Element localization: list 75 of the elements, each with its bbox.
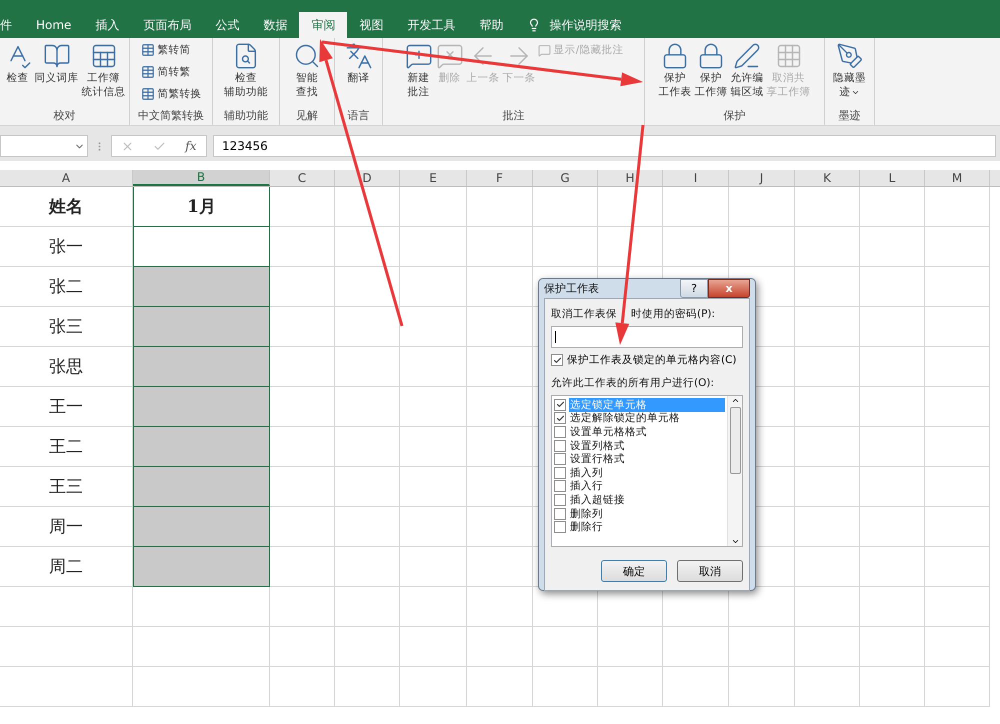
ribbon-tab[interactable]: Home bbox=[24, 12, 84, 38]
group-label: 见解 bbox=[295, 108, 319, 124]
table-cell: 张一 bbox=[0, 227, 133, 267]
list-item[interactable]: 删除列 bbox=[569, 506, 604, 521]
ribbon-tab[interactable]: 开发工具 bbox=[395, 12, 468, 38]
ribbon-button[interactable]: 繁转简 bbox=[140, 40, 202, 60]
list-item[interactable]: 选定解除锁定的单元格 bbox=[569, 411, 681, 426]
group-label: 批注 bbox=[502, 108, 526, 124]
list-item[interactable]: 设置单元格格式 bbox=[569, 424, 648, 439]
column-header[interactable]: C bbox=[270, 170, 335, 186]
ribbon-tab[interactable]: 插入 bbox=[83, 12, 132, 38]
column-header[interactable]: H bbox=[598, 170, 663, 186]
ribbon-button[interactable]: 隐藏墨 迹 bbox=[832, 40, 867, 100]
list-item[interactable]: 设置行格式 bbox=[569, 452, 626, 466]
dialog-title: 保护工作表 bbox=[544, 281, 599, 296]
list-item[interactable]: 删除行 bbox=[569, 520, 604, 534]
allow-label: 允许此工作表的所有用户进行(O): bbox=[551, 376, 715, 390]
table-cell: 张思 bbox=[0, 347, 133, 387]
ribbon-button[interactable]: 智能 查找 bbox=[292, 40, 322, 100]
group-label: 墨迹 bbox=[838, 108, 862, 124]
column-header[interactable]: E bbox=[400, 170, 467, 186]
ok-button[interactable]: 确定 bbox=[601, 560, 667, 582]
help-button[interactable]: ? bbox=[680, 279, 708, 298]
list-item[interactable]: 插入超链接 bbox=[569, 492, 626, 507]
list-item[interactable]: 插入列 bbox=[569, 466, 604, 480]
ribbon-button[interactable]: 保护 工作表 bbox=[658, 40, 692, 100]
column-header[interactable]: J bbox=[729, 170, 795, 186]
password-label: 取消工作表保 bbox=[551, 307, 617, 321]
ribbon-tab[interactable]: 数据 bbox=[251, 12, 300, 38]
table-cell: 张二 bbox=[0, 267, 133, 307]
column-header[interactable]: B bbox=[133, 170, 270, 186]
ribbon-button[interactable]: 检查 辅助功能 bbox=[223, 40, 269, 100]
table-cell: 王三 bbox=[0, 467, 133, 507]
ribbon-tab[interactable]: 件 bbox=[0, 12, 24, 38]
table-cell: 1月 bbox=[133, 187, 270, 227]
table-cell: 周二 bbox=[0, 547, 133, 587]
cancel-button[interactable]: 取消 bbox=[677, 560, 743, 582]
group-label: 中文简繁转换 bbox=[137, 108, 205, 124]
column-header[interactable]: L bbox=[860, 170, 925, 186]
ribbon-button[interactable]: 翻译 bbox=[344, 40, 374, 86]
table-cell: 周一 bbox=[0, 507, 133, 547]
table-cell: 张三 bbox=[0, 307, 133, 347]
column-header[interactable]: G bbox=[533, 170, 598, 186]
table-cell: 王一 bbox=[0, 387, 133, 427]
checkbox-label: 保护工作表及锁定的单元格内容(C) bbox=[567, 353, 737, 367]
column-header[interactable]: I bbox=[663, 170, 729, 186]
list-item[interactable]: 设置列格式 bbox=[569, 438, 626, 453]
column-header[interactable]: F bbox=[467, 170, 533, 186]
ribbon-button[interactable]: 保护 工作簿 bbox=[694, 40, 728, 100]
password-label: 时使用的密码(P): bbox=[631, 307, 716, 321]
ribbon-tab[interactable]: 视图 bbox=[347, 12, 396, 38]
ribbon-button[interactable]: 允许编 辑区域 bbox=[730, 40, 764, 100]
ribbon-tab[interactable]: 页面布局 bbox=[131, 12, 204, 38]
column-header[interactable]: D bbox=[335, 170, 400, 186]
tell-me-search[interactable]: 操作说明搜索 bbox=[549, 16, 622, 34]
list-item[interactable]: 插入行 bbox=[569, 479, 604, 494]
group-label: 辅助功能 bbox=[223, 108, 269, 124]
ribbon-button[interactable]: 检查 bbox=[2, 40, 32, 86]
column-header[interactable]: K bbox=[795, 170, 860, 186]
table-cell: 姓名 bbox=[0, 187, 133, 227]
ribbon-button[interactable]: 工作簿 统计信息 bbox=[80, 40, 126, 100]
ribbon-button[interactable]: 同义词库 bbox=[34, 40, 80, 86]
ribbon-button[interactable]: 新建 批注 bbox=[404, 40, 434, 100]
ribbon-tab[interactable]: 帮助 bbox=[467, 12, 516, 38]
table-cell: 王二 bbox=[0, 427, 133, 467]
ribbon-button[interactable]: 简转繁 bbox=[140, 62, 202, 82]
ribbon-tab[interactable]: 审阅 bbox=[299, 12, 348, 38]
ribbon-tab[interactable]: 公式 bbox=[203, 12, 252, 38]
ribbon-button[interactable]: 简繁转换 bbox=[140, 84, 202, 104]
formula-field[interactable]: 123456 bbox=[213, 135, 996, 157]
group-label: 语言 bbox=[346, 108, 370, 124]
function-button[interactable]: fx bbox=[185, 139, 197, 153]
column-header[interactable]: M bbox=[925, 170, 990, 186]
group-label: 校对 bbox=[52, 108, 76, 124]
group-label: 保护 bbox=[722, 108, 746, 124]
